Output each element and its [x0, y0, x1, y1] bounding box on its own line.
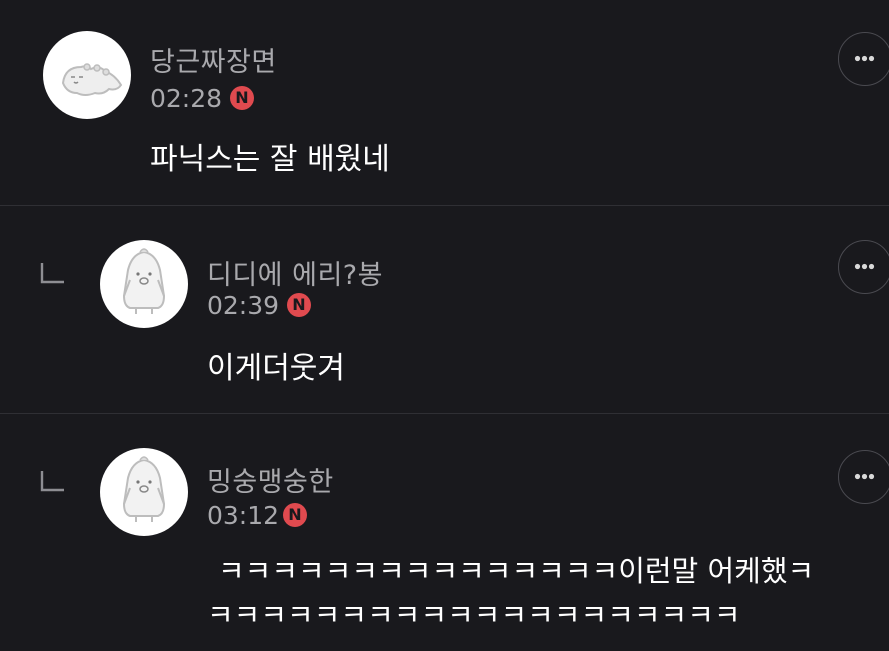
comment-item: 당근짜장면 02:28 N 파닉스는 잘 배웠네 [0, 0, 889, 206]
comment-author[interactable]: 밍숭맹숭한 [207, 460, 334, 499]
more-options-button[interactable] [838, 240, 889, 294]
penguin-avatar-icon[interactable] [100, 240, 188, 328]
more-options-icon [854, 473, 875, 480]
comment-text: 이게더웃겨 [207, 351, 345, 386]
more-options-icon [854, 263, 875, 270]
more-options-icon [854, 55, 875, 62]
new-badge: N [283, 503, 307, 527]
reply-arrow-icon [40, 471, 64, 492]
penguin-avatar-icon[interactable] [100, 448, 188, 536]
comment-timestamp: 02:28 [150, 84, 223, 113]
reply-item: 디디에 에리?봉 02:39 N 이게더웃겨 [0, 206, 889, 414]
comment-timestamp: 03:12 [207, 501, 280, 530]
dinosaur-avatar-icon[interactable] [43, 31, 131, 119]
reply-arrow-icon [40, 263, 64, 284]
more-options-button[interactable] [838, 32, 889, 86]
comment-author[interactable]: 당근짜장면 [150, 40, 277, 79]
comment-author[interactable]: 디디에 에리?봉 [207, 253, 383, 292]
new-badge: N [230, 86, 254, 110]
comment-text-line-2: ㅋㅋㅋㅋㅋㅋㅋㅋㅋㅋㅋㅋㅋㅋㅋㅋㅋㅋㅋㅋ [207, 598, 741, 632]
more-options-button[interactable] [838, 450, 889, 504]
comment-text-line-1: ㅋㅋㅋㅋㅋㅋㅋㅋㅋㅋㅋㅋㅋㅋㅋ이런말 어케했ㅋ [218, 554, 815, 588]
new-badge: N [287, 293, 311, 317]
comment-timestamp: 02:39 [207, 291, 280, 320]
reply-item: 밍숭맹숭한 03:12 N ㅋㅋㅋㅋㅋㅋㅋㅋㅋㅋㅋㅋㅋㅋㅋ이런말 어케했ㅋ ㅋㅋ… [0, 414, 889, 651]
comment-text: 파닉스는 잘 배웠네 [150, 142, 390, 177]
